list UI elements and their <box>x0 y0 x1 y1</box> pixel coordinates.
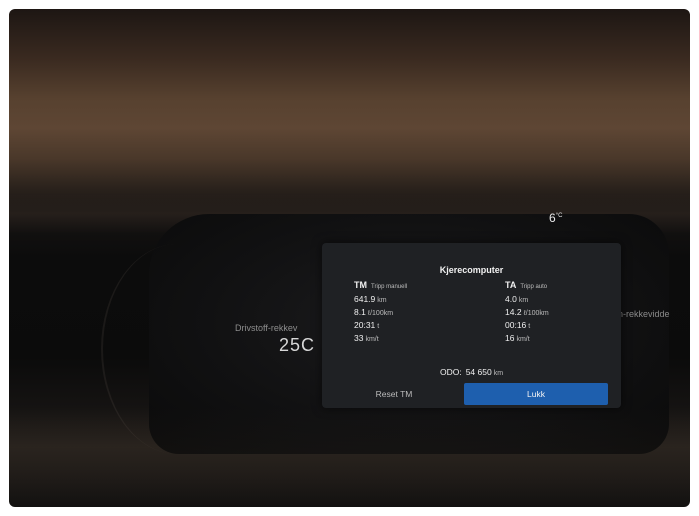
trip-manual-distance: 641.9 km <box>354 293 407 306</box>
trip-auto-distance: 4.0 km <box>505 293 549 306</box>
close-button[interactable]: Lukk <box>464 383 608 405</box>
odometer: ODO: 54 650 km <box>322 367 621 377</box>
trip-manual-time: 20:31 t <box>354 319 407 332</box>
trip-auto-speed: 16 km/t <box>505 332 549 345</box>
odometer-value: 54 650 <box>465 367 492 377</box>
trip-manual-consumption: 8.1 ℓ/100km <box>354 306 407 319</box>
trip-auto-consumption: 14.2 ℓ/100km <box>505 306 549 319</box>
temperature-value: 6 <box>549 211 556 225</box>
trip-manual-header: TM Tripp manuell <box>354 280 407 293</box>
trip-unit: t <box>377 323 380 330</box>
trip-auto-name: Tripp auto <box>520 284 548 290</box>
outside-temperature: 6°C <box>549 211 562 225</box>
trip-computer-dialog: Kjerecomputer TM Tripp manuell 641.9 km 8.… <box>322 243 621 408</box>
trip-auto-abbr: TA <box>505 280 517 290</box>
fuel-range-label: Drivstoff-rekkev <box>235 323 298 333</box>
trip-auto-header: TA Tripp auto <box>505 280 549 293</box>
odometer-unit: km <box>493 370 504 377</box>
trip-value: 4.0 <box>505 294 517 304</box>
trip-value: 14.2 <box>505 307 522 317</box>
odometer-label: ODO: <box>439 367 462 377</box>
trip-manual-name: Tripp manuell <box>371 284 408 290</box>
trip-auto-time: 00:16 t <box>505 319 549 332</box>
trip-unit: km/t <box>365 336 379 343</box>
dialog-title: Kjerecomputer <box>439 265 504 275</box>
gauge-arc <box>101 244 253 454</box>
trip-value: 8.1 <box>354 307 366 317</box>
temperature-unit: °C <box>555 213 563 219</box>
trip-unit: km <box>518 297 529 304</box>
trip-value: 00:16 <box>505 320 527 330</box>
trip-unit: ℓ/100km <box>367 310 394 317</box>
trip-manual-speed: 33 km/t <box>354 332 407 345</box>
trip-value: 20:31 <box>354 320 376 330</box>
trip-unit: km/t <box>516 336 530 343</box>
trip-auto-column: TA Tripp auto 4.0 km 14.2 ℓ/100km 00:16 t 16… <box>505 280 549 345</box>
trip-unit: ℓ/100km <box>523 310 549 317</box>
trip-value: 16 <box>505 333 515 343</box>
fuel-range-value: 25C <box>279 335 316 355</box>
trip-manual-column: TM Tripp manuell 641.9 km 8.1 ℓ/100km 20:31… <box>354 280 407 345</box>
electric-range-label: en-rekkevidde <box>613 309 670 319</box>
trip-value: 641.9 <box>354 294 376 304</box>
reset-tm-button[interactable]: Reset TM <box>326 383 462 405</box>
trip-unit: km <box>377 297 387 304</box>
trip-unit: t <box>528 323 531 330</box>
dashboard-photo: 6°C Drivstoff-rekkev 25C en-rekkevidde K… <box>9 9 690 507</box>
trip-manual-abbr: TM <box>354 280 367 290</box>
trip-value: 33 <box>354 333 364 343</box>
